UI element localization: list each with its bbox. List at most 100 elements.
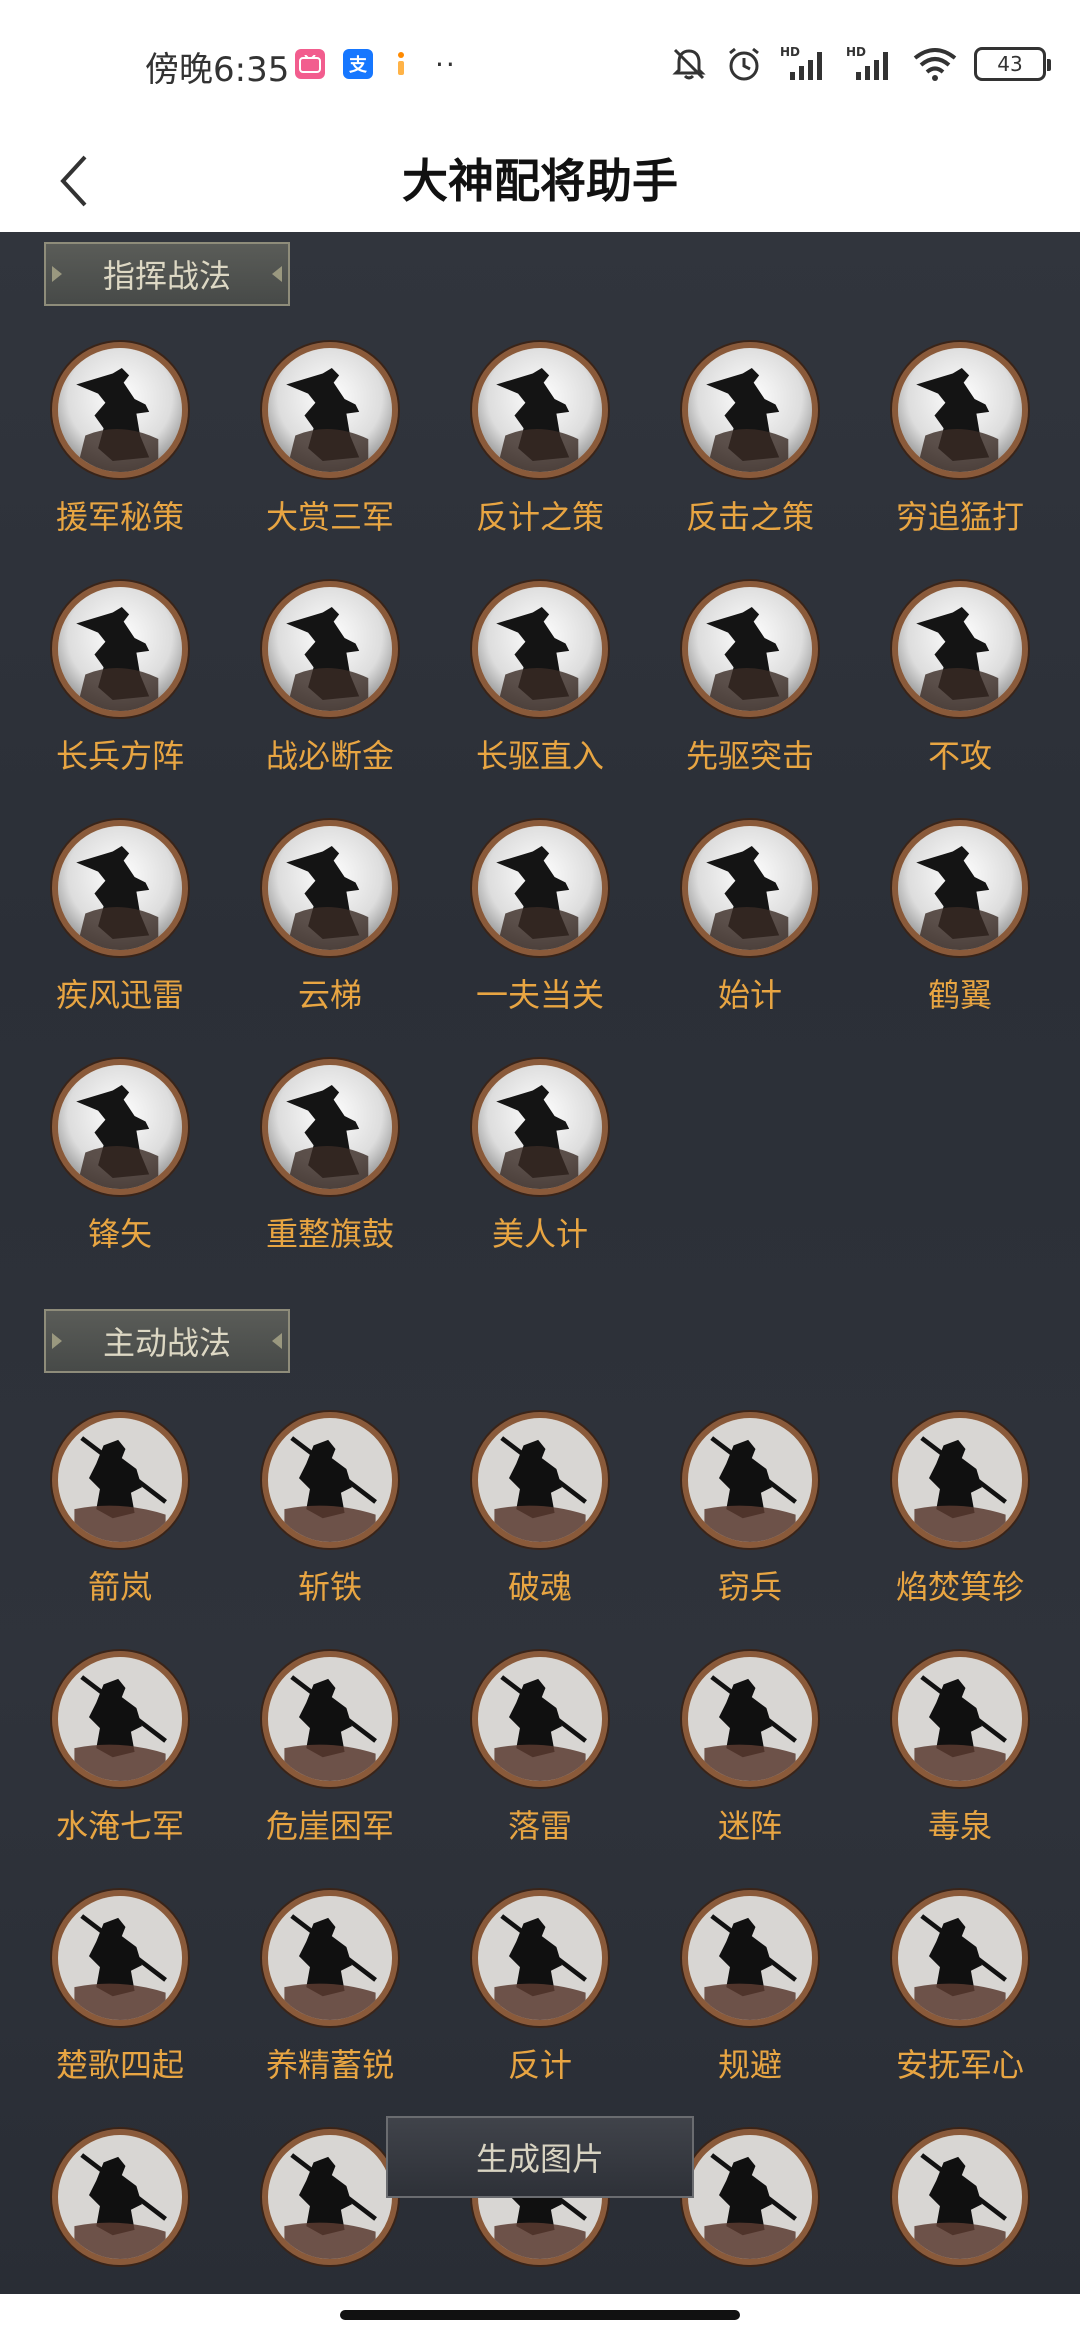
skill-label: 大赏三军 <box>265 498 394 536</box>
skill-warrior-icon <box>682 820 818 956</box>
skill-item[interactable]: 云梯 <box>230 820 430 1060</box>
skill-warrior-icon <box>892 1651 1028 1787</box>
skills-content[interactable]: 指挥战法 援军秘策 大赏三军 反计之策 反击之策 穷追猛打 长兵方阵 战必断金 长驱直入 先驱突… <box>0 232 1080 2294</box>
skill-warrior-icon <box>52 1412 188 1548</box>
skill-warrior-icon <box>682 342 818 478</box>
skill-warrior-icon <box>472 1651 608 1787</box>
status-bar: 傍晚6:35 支 ·· HD HD 43 <box>0 0 1080 130</box>
signal-2-icon: HD <box>846 44 896 84</box>
skill-item[interactable]: 落雷 <box>440 1651 640 1891</box>
mute-bell-icon <box>670 45 708 83</box>
skill-item[interactable]: 斩铁 <box>230 1412 430 1652</box>
skill-warrior-icon <box>472 1412 608 1548</box>
skill-item[interactable]: 规避 <box>650 1890 850 2130</box>
alipay-icon: 支 <box>343 49 373 79</box>
skill-warrior-icon <box>262 1651 398 1787</box>
skill-item[interactable]: 毒泉 <box>860 1651 1060 1891</box>
skill-item[interactable]: 长驱直入 <box>440 581 640 821</box>
skill-item[interactable]: 养精蓄锐 <box>230 1890 430 2130</box>
skill-warrior-icon <box>262 2129 398 2265</box>
skill-item[interactable]: 大赏三军 <box>230 342 430 582</box>
skill-item[interactable]: 先驱突击 <box>650 581 850 821</box>
skill-label: 落雷 <box>507 1807 572 1845</box>
skill-item[interactable] <box>20 2129 220 2294</box>
skill-warrior-icon <box>892 581 1028 717</box>
skill-label: 美人计 <box>491 1215 588 1253</box>
skill-item[interactable]: 疾风迅雷 <box>20 820 220 1060</box>
skill-item[interactable]: 援军秘策 <box>20 342 220 582</box>
skill-warrior-icon <box>682 1412 818 1548</box>
skill-label: 反计之策 <box>475 498 604 536</box>
skill-item[interactable]: 楚歌四起 <box>20 1890 220 2130</box>
skill-item[interactable]: 安抚军心 <box>860 1890 1060 2130</box>
skill-item[interactable]: 反击之策 <box>650 342 850 582</box>
skill-label: 长驱直入 <box>475 737 604 775</box>
skill-warrior-icon <box>892 2129 1028 2265</box>
skill-warrior-icon <box>682 2129 818 2265</box>
battery-level: 43 <box>997 52 1023 76</box>
skill-item[interactable]: 破魂 <box>440 1412 640 1652</box>
skill-label: 养精蓄锐 <box>265 2046 394 2084</box>
skill-warrior-icon <box>472 1059 608 1195</box>
skill-label: 疾风迅雷 <box>55 976 184 1014</box>
skill-item[interactable] <box>860 2129 1060 2294</box>
skill-item[interactable]: 鹤翼 <box>860 820 1060 1060</box>
skill-item[interactable]: 反计 <box>440 1890 640 2130</box>
skill-item[interactable]: 锋矢 <box>20 1059 220 1299</box>
skill-item[interactable]: 战必断金 <box>230 581 430 821</box>
skill-label: 反击之策 <box>685 498 814 536</box>
more-notifications-icon: ·· <box>435 47 457 81</box>
skill-warrior-icon <box>892 342 1028 478</box>
skill-item[interactable]: 危崖困军 <box>230 1651 430 1891</box>
skill-label: 先驱突击 <box>685 737 814 775</box>
skill-label: 焰焚箕轸 <box>895 1568 1024 1606</box>
skill-item[interactable]: 始计 <box>650 820 850 1060</box>
skill-item[interactable]: 焰焚箕轸 <box>860 1412 1060 1652</box>
skill-warrior-icon <box>472 581 608 717</box>
skill-warrior-icon <box>52 2129 188 2265</box>
skill-label: 云梯 <box>297 976 362 1014</box>
home-indicator[interactable] <box>340 2310 740 2320</box>
alarm-icon <box>724 44 764 84</box>
skill-item[interactable]: 箭岚 <box>20 1412 220 1652</box>
skill-warrior-icon <box>892 1412 1028 1548</box>
skill-label: 鹤翼 <box>927 976 992 1014</box>
skill-label: 穷追猛打 <box>895 498 1024 536</box>
svg-text:HD: HD <box>846 45 866 59</box>
skill-item[interactable]: 美人计 <box>440 1059 640 1299</box>
skill-item[interactable]: 长兵方阵 <box>20 581 220 821</box>
skill-warrior-icon <box>52 1059 188 1195</box>
skill-label: 毒泉 <box>927 1807 992 1845</box>
skill-label: 箭岚 <box>87 1568 152 1606</box>
skill-warrior-icon <box>262 581 398 717</box>
skill-label: 锋矢 <box>87 1215 152 1253</box>
skill-label: 斩铁 <box>297 1568 362 1606</box>
skill-item[interactable]: 不攻 <box>860 581 1060 821</box>
skill-item[interactable]: 重整旗鼓 <box>230 1059 430 1299</box>
skill-label: 重整旗鼓 <box>265 1215 394 1253</box>
skill-item[interactable]: 水淹七军 <box>20 1651 220 1891</box>
signal-1-icon: HD <box>780 44 830 84</box>
bilibili-icon <box>295 49 325 79</box>
skill-label: 水淹七军 <box>55 1807 184 1845</box>
skill-item[interactable]: 反计之策 <box>440 342 640 582</box>
section-header-active: 主动战法 <box>44 1309 290 1373</box>
skill-warrior-icon <box>682 1890 818 2026</box>
taobao-icon <box>391 49 411 79</box>
skill-label: 规避 <box>717 2046 782 2084</box>
skill-item[interactable]: 迷阵 <box>650 1651 850 1891</box>
skill-warrior-icon <box>262 342 398 478</box>
skill-warrior-icon <box>52 1890 188 2026</box>
wifi-icon <box>912 46 958 82</box>
skill-item[interactable]: 窃兵 <box>650 1412 850 1652</box>
generate-image-button[interactable]: 生成图片 <box>386 2116 694 2198</box>
status-app-icons: 支 ·· <box>295 44 457 84</box>
skill-warrior-icon <box>472 1890 608 2026</box>
skill-label: 安抚军心 <box>895 2046 1024 2084</box>
status-right: HD HD 43 <box>670 40 1051 88</box>
skill-item[interactable]: 穷追猛打 <box>860 342 1060 582</box>
skill-warrior-icon <box>472 820 608 956</box>
skill-item[interactable]: 一夫当关 <box>440 820 640 1060</box>
skill-warrior-icon <box>472 342 608 478</box>
skill-warrior-icon <box>682 1651 818 1787</box>
